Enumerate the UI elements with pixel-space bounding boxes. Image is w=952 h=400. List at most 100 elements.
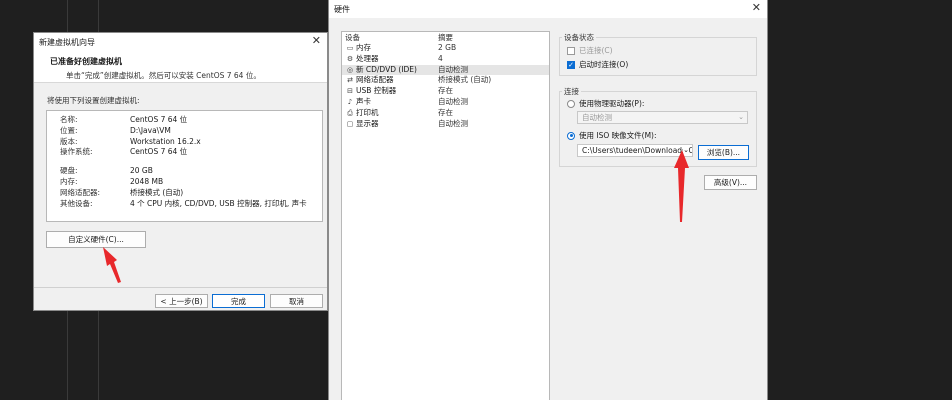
connect-at-power-on-label: 启动时连接(O) xyxy=(579,60,629,69)
back-button[interactable]: < 上一步(B) xyxy=(155,294,208,308)
physical-drive-radio[interactable]: 使用物理驱动器(P): xyxy=(567,98,644,109)
summary-key: 硬盘: xyxy=(60,166,78,176)
radio-icon xyxy=(567,99,575,108)
iso-path-value: C:\Users\tudeen\Downloads\C xyxy=(582,146,693,155)
summary-value: D:\Java\VM xyxy=(130,125,171,135)
device-cell: ⎙ 打印机 xyxy=(345,108,438,119)
radio-icon xyxy=(567,131,575,140)
close-icon[interactable]: ✕ xyxy=(312,34,321,48)
wizard-header-title: 已准备好创建虚拟机 xyxy=(50,57,122,66)
wizard-header: 已准备好创建虚拟机 单击“完成”创建虚拟机。然后可以安装 CentOS 7 64… xyxy=(34,51,327,83)
device-summary: 存在 xyxy=(438,86,453,96)
summary-key: 网络适配器: xyxy=(60,187,101,197)
chevron-down-icon: ⌄ xyxy=(683,145,689,156)
summary-key: 版本: xyxy=(60,136,78,146)
device-name: 显示器 xyxy=(356,118,379,128)
connect-at-power-on-checkbox[interactable]: ✓ 启动时连接(O) xyxy=(567,59,628,70)
device-cell: ▢ 显示器 xyxy=(345,119,438,130)
physical-drive-select[interactable]: 自动检测 ⌄ xyxy=(577,111,748,124)
device-list: 设备 摘要 ▭ 内存 2 GB ⚙ 处理器 4 ◎ 新 CD/DVD (IDE) 自动检测 ⇄ 网络… xyxy=(341,31,550,400)
device-row[interactable]: ⇄ 网络适配器 桥接模式 (自动) xyxy=(342,75,549,86)
browse-button[interactable]: 浏览(B)... xyxy=(698,145,749,160)
device-summary: 自动检测 xyxy=(438,96,468,106)
printer-icon: ⎙ xyxy=(347,108,353,117)
checkbox-box xyxy=(567,46,575,55)
connection-group: 连接 使用物理驱动器(P): 自动检测 ⌄ 使用 ISO 映像文件(M): C:\… xyxy=(559,86,757,167)
summary-row-os: 操作系统: CentOS 7 64 位 xyxy=(60,147,322,158)
hardware-dialog: 硬件 ✕ 设备 摘要 ▭ 内存 2 GB ⚙ 处理器 4 ◎ 新 CD/DVD (IDE) 自动… xyxy=(328,0,768,400)
summary-value: 2048 MB xyxy=(130,176,164,186)
column-header-device: 设备 xyxy=(345,33,360,42)
summary-value: CentOS 7 64 位 xyxy=(130,115,188,124)
hardware-titlebar: 硬件 ✕ xyxy=(329,0,767,18)
settings-summary-box: 名称: CentOS 7 64 位 位置: D:\Java\VM 版本: Workst… xyxy=(46,110,323,222)
summary-value: Workstation 16.2.x xyxy=(130,136,201,146)
footer-divider xyxy=(34,287,327,288)
summary-key: 操作系统: xyxy=(60,147,93,157)
device-row[interactable]: ⊟ USB 控制器 存在 xyxy=(342,86,549,97)
summary-value: 桥接模式 (自动) xyxy=(130,187,184,197)
device-summary: 桥接模式 (自动) xyxy=(438,75,492,85)
column-header-summary: 摘要 xyxy=(438,33,453,42)
customize-hardware-button[interactable]: 自定义硬件(C)... xyxy=(46,231,146,248)
iso-path-combobox[interactable]: C:\Users\tudeen\Downloads\C ⌄ xyxy=(577,144,693,157)
device-list-header: 设备 摘要 xyxy=(342,32,549,43)
summary-value: CentOS 7 64 位 xyxy=(130,147,188,157)
usb-icon: ⊟ xyxy=(347,87,353,96)
device-row[interactable]: ▢ 显示器 自动检测 xyxy=(342,119,549,130)
connection-label: 连接 xyxy=(562,86,581,97)
device-row[interactable]: ◎ 新 CD/DVD (IDE) 自动检测 xyxy=(342,64,549,76)
device-name: 打印机 xyxy=(356,107,379,117)
device-summary: 自动检测 xyxy=(438,64,468,74)
finish-button[interactable]: 完成 xyxy=(212,294,265,308)
summary-row-network: 网络适配器: 桥接模式 (自动) xyxy=(60,188,322,199)
wizard-header-subtitle: 单击“完成”创建虚拟机。然后可以安装 CentOS 7 64 位。 xyxy=(66,71,261,80)
processor-icon: ⚙ xyxy=(346,54,354,63)
device-row[interactable]: ⎙ 打印机 存在 xyxy=(342,108,549,119)
device-row[interactable]: ▭ 内存 2 GB xyxy=(342,43,549,54)
cancel-button[interactable]: 取消 xyxy=(270,294,323,308)
summary-row-version: 版本: Workstation 16.2.x xyxy=(60,137,322,148)
wizard-titlebar: 新建虚拟机向导 ✕ xyxy=(34,33,327,51)
chevron-down-icon: ⌄ xyxy=(738,113,744,121)
cd-dvd-icon: ◎ xyxy=(346,65,354,74)
network-adapter-icon: ⇄ xyxy=(347,76,353,85)
device-name: 新 CD/DVD (IDE) xyxy=(356,64,417,74)
sound-card-icon: ♪ xyxy=(347,97,353,106)
summary-row-location: 位置: D:\Java\VM xyxy=(60,126,322,137)
summary-row-name: 名称: CentOS 7 64 位 xyxy=(60,115,322,126)
summary-key: 名称: xyxy=(60,115,78,124)
summary-value: 20 GB xyxy=(130,166,153,176)
device-name: 网络适配器 xyxy=(356,75,394,85)
device-cell: ♪ 声卡 xyxy=(345,97,438,108)
device-row[interactable]: ♪ 声卡 自动检测 xyxy=(342,97,549,108)
summary-value: 4 个 CPU 内核, CD/DVD, USB 控制器, 打印机, 声卡 xyxy=(130,198,307,208)
physical-drive-label: 使用物理驱动器(P): xyxy=(579,99,645,108)
device-name: 内存 xyxy=(356,43,371,52)
iso-image-label: 使用 ISO 映像文件(M): xyxy=(579,131,657,140)
hardware-title: 硬件 xyxy=(334,4,350,14)
device-summary: 存在 xyxy=(438,107,453,117)
summary-key: 内存: xyxy=(60,176,78,186)
new-vm-wizard-dialog: 新建虚拟机向导 ✕ 已准备好创建虚拟机 单击“完成”创建虚拟机。然后可以安装 C… xyxy=(33,32,328,311)
device-summary: 自动检测 xyxy=(438,118,468,128)
device-name: USB 控制器 xyxy=(356,86,397,96)
close-icon[interactable]: ✕ xyxy=(752,1,761,15)
summary-key: 位置: xyxy=(60,125,78,135)
memory-icon: ▭ xyxy=(346,44,354,52)
device-cell: ⊟ USB 控制器 xyxy=(345,86,438,97)
display-icon: ▢ xyxy=(346,119,354,128)
device-status-label: 设备状态 xyxy=(562,32,596,43)
device-summary: 4 xyxy=(438,53,443,63)
summary-row-other: 其他设备: 4 个 CPU 内核, CD/DVD, USB 控制器, 打印机, 声… xyxy=(60,199,322,210)
device-name: 处理器 xyxy=(356,53,379,63)
physical-drive-value: 自动检测 xyxy=(582,113,612,122)
iso-image-radio[interactable]: 使用 ISO 映像文件(M): xyxy=(567,130,657,141)
advanced-button[interactable]: 高级(V)... xyxy=(704,175,757,190)
connected-label: 已连接(C) xyxy=(579,46,613,55)
device-cell: ⚙ 处理器 xyxy=(345,54,438,65)
summary-row-memory: 内存: 2048 MB xyxy=(60,177,322,188)
connected-checkbox[interactable]: 已连接(C) xyxy=(567,45,613,56)
device-row[interactable]: ⚙ 处理器 4 xyxy=(342,54,549,65)
device-name: 声卡 xyxy=(356,96,371,106)
